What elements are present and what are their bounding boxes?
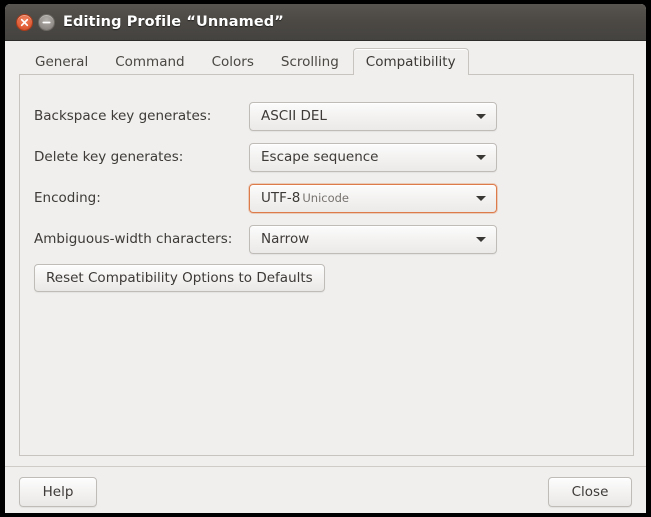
tab-general[interactable]: General <box>22 49 101 74</box>
row-delete-key: Delete key generates: Escape sequence <box>34 143 524 184</box>
window-frame: Editing Profile “Unnamed” General Comman… <box>5 4 646 513</box>
delete-key-label: Delete key generates: <box>34 143 183 172</box>
backspace-key-value: ASCII DEL <box>261 103 327 130</box>
ambiguous-width-value: Narrow <box>261 226 309 253</box>
window-title: Editing Profile “Unnamed” <box>63 4 284 41</box>
encoding-value-subtitle: Unicode <box>300 191 349 205</box>
chevron-down-icon <box>476 155 486 160</box>
delete-key-combobox[interactable]: Escape sequence <box>249 143 497 172</box>
tab-command[interactable]: Command <box>102 49 197 74</box>
minimize-window-button[interactable] <box>38 14 55 31</box>
dialog-body: General Command Colors Scrolling Compati… <box>5 41 646 513</box>
help-button[interactable]: Help <box>19 477 97 507</box>
close-window-button[interactable] <box>16 14 33 31</box>
reset-compatibility-options-button[interactable]: Reset Compatibility Options to Defaults <box>34 264 325 292</box>
ambiguous-width-combobox[interactable]: Narrow <box>249 225 497 254</box>
tab-strip: General Command Colors Scrolling Compati… <box>19 47 634 74</box>
tab-page-compatibility: Backspace key generates: ASCII DEL Delet… <box>19 74 634 456</box>
minimize-icon <box>39 15 54 30</box>
notebook: General Command Colors Scrolling Compati… <box>19 47 634 456</box>
tab-colors[interactable]: Colors <box>199 49 267 74</box>
titlebar: Editing Profile “Unnamed” <box>5 4 646 41</box>
chevron-down-icon <box>476 237 486 242</box>
backspace-key-label: Backspace key generates: <box>34 102 211 131</box>
compatibility-form: Backspace key generates: ASCII DEL Delet… <box>34 102 524 266</box>
tab-compatibility[interactable]: Compatibility <box>353 48 469 75</box>
row-backspace-key: Backspace key generates: ASCII DEL <box>34 102 524 143</box>
application-window: Editing Profile “Unnamed” General Comman… <box>0 0 651 517</box>
row-encoding: Encoding: UTF-8Unicode <box>34 184 524 225</box>
chevron-down-icon <box>476 114 486 119</box>
action-bar: Help Close <box>5 467 646 513</box>
close-icon <box>17 15 32 30</box>
delete-key-value: Escape sequence <box>261 144 378 171</box>
encoding-combobox[interactable]: UTF-8Unicode <box>249 184 497 213</box>
ambiguous-width-label: Ambiguous-width characters: <box>34 225 232 254</box>
row-ambiguous-width: Ambiguous-width characters: Narrow <box>34 225 524 266</box>
encoding-value: UTF-8Unicode <box>261 185 349 212</box>
backspace-key-combobox[interactable]: ASCII DEL <box>249 102 497 131</box>
close-dialog-button[interactable]: Close <box>548 477 632 507</box>
tab-scrolling[interactable]: Scrolling <box>268 49 352 74</box>
encoding-label: Encoding: <box>34 184 101 213</box>
chevron-down-icon <box>476 196 486 201</box>
